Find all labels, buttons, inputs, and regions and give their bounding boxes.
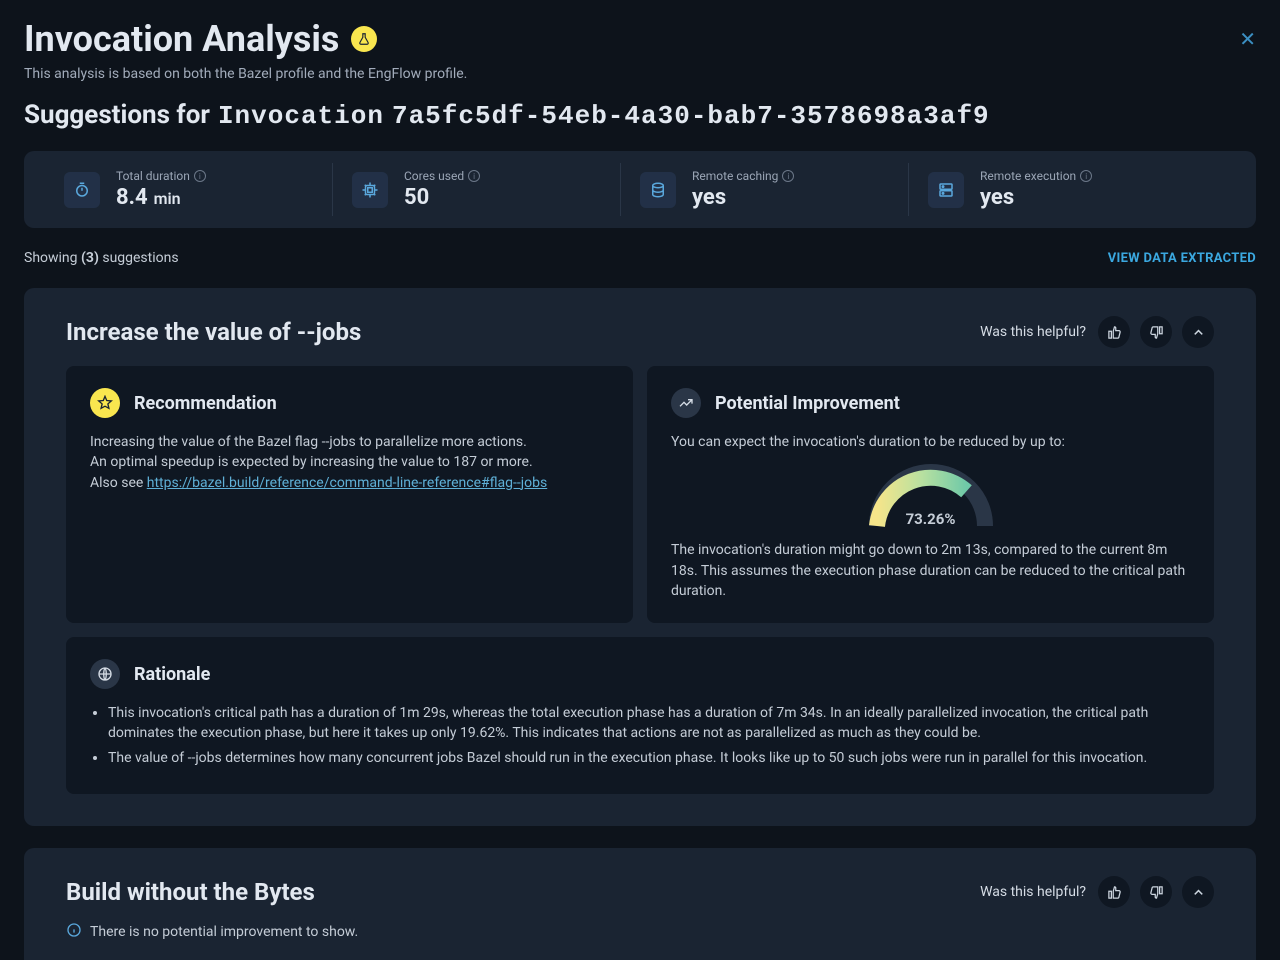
globe-icon <box>90 659 120 689</box>
thumbs-down-button[interactable] <box>1140 876 1172 908</box>
suggestion-card-bwb: Build without the Bytes Was this helpful… <box>24 848 1256 960</box>
suggestions-prefix: Suggestions for <box>24 100 210 130</box>
info-icon[interactable]: i <box>194 170 206 182</box>
invocation-id: 7a5fc5df-54eb-4a30-bab7-3578698a3af9 <box>392 101 990 131</box>
rec-line: Increasing the value of the Bazel flag -… <box>90 432 609 452</box>
improvement-detail: The invocation's duration might go down … <box>671 540 1190 601</box>
improvement-lead: You can expect the invocation's duration… <box>671 432 1190 452</box>
database-icon <box>640 172 676 208</box>
rec-line: An optimal speedup is expected by increa… <box>90 452 609 472</box>
close-button[interactable]: ✕ <box>1239 27 1256 52</box>
metric-value: 50 <box>404 185 480 210</box>
collapse-button[interactable] <box>1182 316 1214 348</box>
metric-label: Remote execution i <box>980 169 1092 183</box>
gauge-value: 73.26% <box>865 509 997 531</box>
feedback-label: Was this helpful? <box>980 324 1086 340</box>
server-icon <box>928 172 964 208</box>
panel-title: Potential Improvement <box>715 393 900 414</box>
metric-unit: min <box>154 189 181 208</box>
suggestion-title: Build without the Bytes <box>66 878 315 906</box>
info-icon <box>66 922 82 942</box>
invocation-label: Invocation <box>218 101 384 131</box>
trending-up-icon <box>671 388 701 418</box>
metric-label: Cores used i <box>404 169 480 183</box>
star-icon <box>90 388 120 418</box>
metric-value: 8.4 <box>116 185 148 210</box>
no-improvement-note: There is no potential improvement to sho… <box>66 922 1214 942</box>
suggestions-heading: Suggestions for Invocation 7a5fc5df-54eb… <box>24 100 1256 131</box>
suggestion-card-jobs: Increase the value of --jobs Was this he… <box>24 288 1256 826</box>
potential-improvement-panel: Potential Improvement You can expect the… <box>647 366 1214 623</box>
metric-label: Total duration i <box>116 169 206 183</box>
metrics-bar: Total duration i 8.4 min Cores used i 50 <box>24 151 1256 228</box>
collapse-button[interactable] <box>1182 876 1214 908</box>
metric-remote-caching: Remote caching i yes <box>640 169 928 210</box>
metric-label: Remote caching i <box>692 169 794 183</box>
timer-icon <box>64 172 100 208</box>
panel-title: Recommendation <box>134 393 277 414</box>
metric-remote-execution: Remote execution i yes <box>928 169 1216 210</box>
rationale-panel: Rationale This invocation's critical pat… <box>66 637 1214 794</box>
improvement-gauge: 73.26% <box>865 460 997 530</box>
recommendation-panel: Recommendation Increasing the value of t… <box>66 366 633 623</box>
rationale-item: The value of --jobs determines how many … <box>108 748 1190 768</box>
feedback-label: Was this helpful? <box>980 884 1086 900</box>
flask-icon <box>351 26 377 52</box>
info-icon[interactable]: i <box>782 170 794 182</box>
cpu-icon <box>352 172 388 208</box>
metric-total-duration: Total duration i 8.4 min <box>64 169 352 210</box>
showing-count: Showing (3) suggestions <box>24 250 179 266</box>
info-icon[interactable]: i <box>468 170 480 182</box>
thumbs-up-button[interactable] <box>1098 876 1130 908</box>
metric-cores-used: Cores used i 50 <box>352 169 640 210</box>
rationale-item: This invocation's critical path has a du… <box>108 703 1190 744</box>
thumbs-up-button[interactable] <box>1098 316 1130 348</box>
metric-value: yes <box>980 185 1092 210</box>
page-title: Invocation Analysis <box>24 18 377 60</box>
page-subtitle: This analysis is based on both the Bazel… <box>24 66 1256 82</box>
view-data-extracted-link[interactable]: VIEW DATA EXTRACTED <box>1108 251 1256 266</box>
metric-value: yes <box>692 185 794 210</box>
jobs-flag-link[interactable]: https://bazel.build/reference/command-li… <box>147 475 547 491</box>
rec-line: Also see https://bazel.build/reference/c… <box>90 473 609 493</box>
panel-title: Rationale <box>134 664 210 685</box>
page-title-text: Invocation Analysis <box>24 18 339 60</box>
suggestion-title: Increase the value of --jobs <box>66 318 361 346</box>
thumbs-down-button[interactable] <box>1140 316 1172 348</box>
info-icon[interactable]: i <box>1080 170 1092 182</box>
